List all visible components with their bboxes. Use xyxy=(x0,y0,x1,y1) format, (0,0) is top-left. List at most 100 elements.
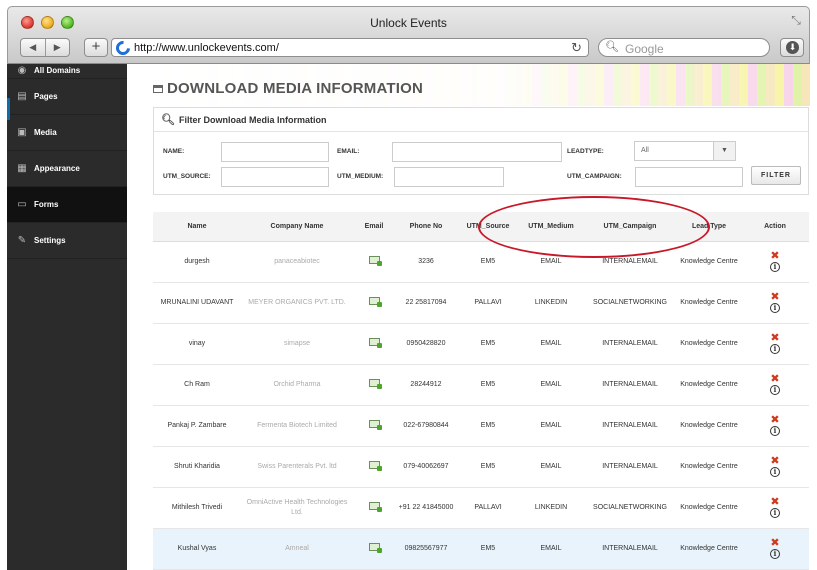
info-icon[interactable]: i xyxy=(770,549,780,559)
cell-company: panaceabiotec xyxy=(241,241,353,283)
delete-icon[interactable]: ✖ xyxy=(770,497,779,508)
forward-button[interactable]: ▶ xyxy=(44,39,70,56)
window-title: Unlock Events xyxy=(370,16,447,30)
cell-utm-medium: EMAIL xyxy=(519,528,583,570)
table-row: Mithilesh Trivedi OmniActive Health Tech… xyxy=(153,487,809,529)
delete-icon[interactable]: ✖ xyxy=(770,374,779,385)
sidebar-item-forms[interactable]: ▭ Forms xyxy=(7,187,127,223)
info-icon[interactable]: i xyxy=(770,262,780,272)
send-email-icon[interactable] xyxy=(368,337,382,348)
sidebar-item-label: Forms xyxy=(34,200,59,209)
url-text[interactable]: http://www.unlockevents.com/ xyxy=(134,42,279,54)
cell-name: Mithilesh Trivedi xyxy=(153,487,241,529)
cell-company: MEYER ORGANICS PVT. LTD. xyxy=(241,282,353,324)
send-email-icon[interactable] xyxy=(368,296,382,307)
utm-source-input[interactable] xyxy=(221,167,329,187)
utm-campaign-input[interactable] xyxy=(635,167,743,187)
info-icon[interactable]: i xyxy=(770,467,780,477)
cell-utm-source: EM5 xyxy=(457,446,519,488)
cell-utm-medium: EMAIL xyxy=(519,323,583,365)
email-label: EMAIL: xyxy=(337,148,360,155)
col-email[interactable]: Email xyxy=(353,212,395,242)
add-bookmark-button[interactable]: + xyxy=(84,38,108,57)
cell-action: ✖ i xyxy=(741,405,809,447)
sidebar-item-pages[interactable]: ▤ Pages xyxy=(7,79,127,115)
sidebar-item-all-domains[interactable]: ◉ All Domains xyxy=(7,63,127,79)
name-input[interactable] xyxy=(221,142,329,162)
cell-utm-campaign: INTERNALEMAIL xyxy=(583,364,677,406)
back-button[interactable]: ◀ xyxy=(21,39,45,56)
cell-email xyxy=(353,446,395,488)
search-placeholder[interactable]: Google xyxy=(625,42,664,56)
info-icon[interactable]: i xyxy=(770,385,780,395)
cell-action: ✖ i xyxy=(741,446,809,488)
sidebar-item-media[interactable]: ▣ Media xyxy=(7,115,127,151)
send-email-icon[interactable] xyxy=(368,501,382,512)
forms-icon: ▭ xyxy=(17,199,27,210)
cell-lead-type: Knowledge Centre xyxy=(677,487,741,529)
site-icon xyxy=(113,38,133,58)
utm-medium-label: UTM_MEDIUM: xyxy=(337,173,384,180)
reload-icon[interactable]: ↻ xyxy=(571,40,582,56)
cell-utm-source: EM5 xyxy=(457,528,519,570)
utm-medium-input[interactable] xyxy=(394,167,504,187)
cell-utm-campaign: INTERNALEMAIL xyxy=(583,446,677,488)
delete-icon[interactable]: ✖ xyxy=(770,333,779,344)
cell-company: Fermenta Biotech Limited xyxy=(241,405,353,447)
send-email-icon[interactable] xyxy=(368,419,382,430)
cell-email xyxy=(353,364,395,406)
cell-company: simapse xyxy=(241,323,353,365)
info-icon[interactable]: i xyxy=(770,508,780,518)
table-row: Kushal Vyas Amneal 09825567977 EM5 EMAIL… xyxy=(153,528,809,570)
delete-icon[interactable]: ✖ xyxy=(770,538,779,549)
info-icon[interactable]: i xyxy=(770,426,780,436)
chevron-down-icon[interactable]: ▼ xyxy=(713,142,735,160)
utm-columns-highlight-circle xyxy=(478,196,710,258)
cell-utm-medium: EMAIL xyxy=(519,364,583,406)
search-icon: 🔍︎ xyxy=(161,114,175,126)
cell-phone: 28244912 xyxy=(395,364,457,406)
sidebar-item-label: Appearance xyxy=(34,164,80,173)
cell-phone: 22 25817094 xyxy=(395,282,457,324)
send-email-icon[interactable] xyxy=(368,255,382,266)
delete-icon[interactable]: ✖ xyxy=(770,292,779,303)
search-field[interactable]: 🔍︎ Google xyxy=(598,38,770,57)
send-email-icon[interactable] xyxy=(368,378,382,389)
cell-utm-source: PALLAVI xyxy=(457,487,519,529)
send-email-icon[interactable] xyxy=(368,542,382,553)
leadtype-select[interactable]: All ▼ xyxy=(634,141,736,161)
col-phone[interactable]: Phone No xyxy=(395,212,457,242)
send-email-icon[interactable] xyxy=(368,460,382,471)
cell-company: Swiss Parenterals Pvt. ltd xyxy=(241,446,353,488)
address-bar[interactable]: http://www.unlockevents.com/ ↻ xyxy=(111,38,589,58)
cell-phone: 0950428820 xyxy=(395,323,457,365)
filter-button[interactable]: FILTER xyxy=(751,166,801,185)
cell-utm-medium: EMAIL xyxy=(519,446,583,488)
delete-icon[interactable]: ✖ xyxy=(770,456,779,467)
sidebar-item-settings[interactable]: ✎ Settings xyxy=(7,223,127,259)
cell-action: ✖ i xyxy=(741,364,809,406)
sidebar-item-label: All Domains xyxy=(34,66,81,75)
cell-lead-type: Knowledge Centre xyxy=(677,282,741,324)
name-label: NAME: xyxy=(163,148,185,155)
email-input[interactable] xyxy=(392,142,562,162)
fullscreen-icon[interactable]: ⤡ xyxy=(789,13,803,27)
info-icon[interactable]: i xyxy=(770,344,780,354)
delete-icon[interactable]: ✖ xyxy=(770,251,779,262)
sidebar-item-appearance[interactable]: ▦ Appearance xyxy=(7,151,127,187)
cell-utm-campaign: SOCIALNETWORKING xyxy=(583,282,677,324)
info-icon[interactable]: i xyxy=(770,303,780,313)
cell-action: ✖ i xyxy=(741,241,809,283)
cell-lead-type: Knowledge Centre xyxy=(677,528,741,570)
cell-phone: 09825567977 xyxy=(395,528,457,570)
col-company[interactable]: Company Name xyxy=(241,212,353,242)
history-nav: ◀ ▶ xyxy=(20,38,70,57)
col-name[interactable]: Name xyxy=(153,212,241,242)
table-row: Pankaj P. Zambare Fermenta Biotech Limit… xyxy=(153,405,809,447)
cell-action: ✖ i xyxy=(741,282,809,324)
downloads-button[interactable]: ⬇ xyxy=(780,38,804,57)
filter-heading-text: Filter Download Media Information xyxy=(178,114,327,125)
pages-icon: ▤ xyxy=(17,91,27,102)
delete-icon[interactable]: ✖ xyxy=(770,415,779,426)
leadtype-value: All xyxy=(641,147,649,154)
